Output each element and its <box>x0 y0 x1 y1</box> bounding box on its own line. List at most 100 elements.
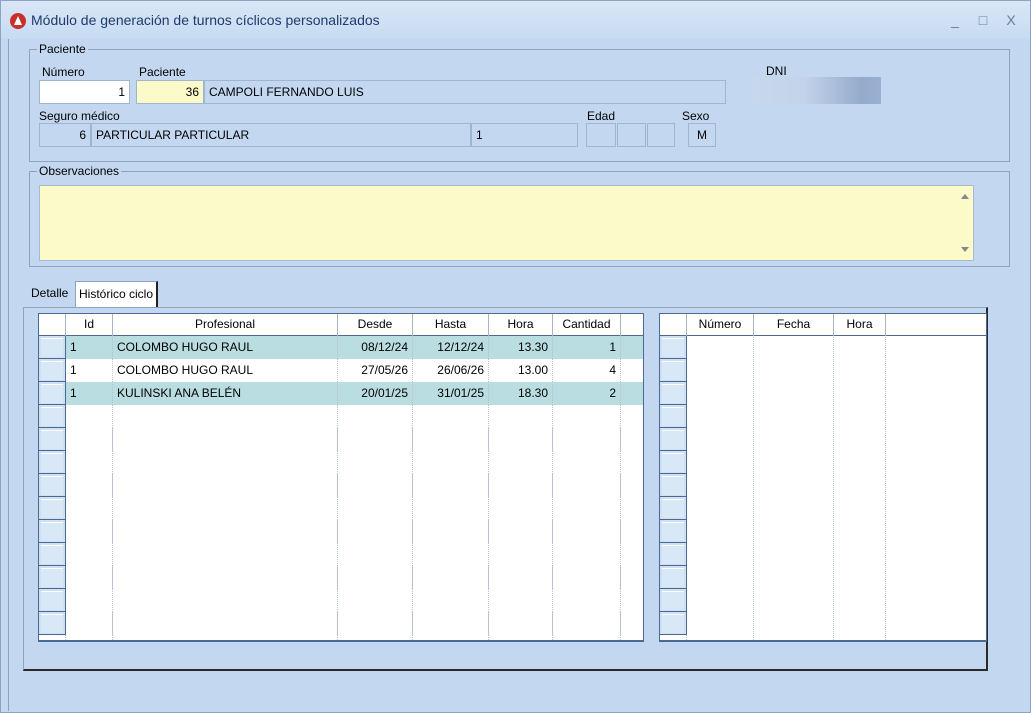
table-cell[interactable] <box>886 336 986 359</box>
table-cell-profesional[interactable] <box>113 589 338 612</box>
col-header-profesional[interactable]: Profesional <box>113 314 338 336</box>
table-cell-hasta[interactable] <box>413 589 489 612</box>
tab-historico-ciclo[interactable]: Histórico ciclo <box>75 281 159 307</box>
row-selector[interactable] <box>39 497 66 520</box>
table-row[interactable] <box>660 428 986 451</box>
table-cell-desde[interactable] <box>338 543 413 566</box>
table-cell[interactable] <box>886 382 986 405</box>
row-selector[interactable] <box>660 336 687 359</box>
table-cell-hasta[interactable]: 26/06/26 <box>413 359 489 382</box>
table-cell-desde[interactable] <box>338 497 413 520</box>
table-cell-hora[interactable]: 13.00 <box>489 359 553 382</box>
row-selector[interactable] <box>39 382 66 405</box>
minimize-button[interactable]: _ <box>945 10 965 30</box>
row-selector[interactable] <box>660 589 687 612</box>
table-row[interactable] <box>660 474 986 497</box>
row-selector[interactable] <box>660 382 687 405</box>
table-cell-hora[interactable] <box>489 612 553 635</box>
table-cell-cantidad[interactable]: 4 <box>553 359 621 382</box>
table-cell-desde[interactable] <box>338 589 413 612</box>
table-cell[interactable] <box>754 451 834 474</box>
table-cell[interactable] <box>687 451 754 474</box>
table-cell[interactable] <box>886 566 986 589</box>
scroll-up-icon[interactable] <box>961 194 969 199</box>
row-selector[interactable] <box>39 336 66 359</box>
table-cell-cantidad[interactable] <box>553 497 621 520</box>
row-selector[interactable] <box>39 405 66 428</box>
table-cell[interactable] <box>687 543 754 566</box>
table-cell-id[interactable] <box>66 474 113 497</box>
table-cell[interactable] <box>687 566 754 589</box>
table-row[interactable] <box>660 497 986 520</box>
observaciones-scrollbar[interactable] <box>956 186 973 260</box>
table-cell[interactable] <box>754 520 834 543</box>
table-cell[interactable] <box>687 405 754 428</box>
table-row[interactable] <box>660 520 986 543</box>
table-row[interactable] <box>660 359 986 382</box>
table-cell[interactable] <box>687 589 754 612</box>
table-cell[interactable] <box>834 497 886 520</box>
table-cell-id[interactable] <box>66 589 113 612</box>
table-cell-hora[interactable] <box>489 474 553 497</box>
table-cell-hora[interactable]: 13.30 <box>489 336 553 359</box>
row-selector[interactable] <box>660 359 687 382</box>
table-cell-id[interactable] <box>66 405 113 428</box>
table-cell[interactable] <box>687 359 754 382</box>
table-cell-desde[interactable] <box>338 405 413 428</box>
table-cell-id[interactable] <box>66 520 113 543</box>
table-row[interactable] <box>660 566 986 589</box>
historico-grid[interactable]: Id Profesional Desde Hasta Hora Cantidad… <box>38 313 644 642</box>
table-row[interactable] <box>660 589 986 612</box>
row-selector[interactable] <box>39 451 66 474</box>
table-row[interactable] <box>39 589 643 612</box>
table-cell[interactable] <box>687 336 754 359</box>
table-cell[interactable] <box>886 543 986 566</box>
table-cell[interactable] <box>834 428 886 451</box>
col-header-hora[interactable]: Hora <box>834 314 886 336</box>
table-cell[interactable] <box>886 451 986 474</box>
table-cell-profesional[interactable] <box>113 612 338 635</box>
table-cell-desde[interactable] <box>338 428 413 451</box>
row-selector[interactable] <box>39 359 66 382</box>
row-selector[interactable] <box>660 405 687 428</box>
table-cell-cantidad[interactable] <box>553 520 621 543</box>
table-cell-hasta[interactable] <box>413 451 489 474</box>
observaciones-textarea[interactable] <box>39 185 974 261</box>
table-cell[interactable] <box>834 566 886 589</box>
table-cell[interactable] <box>834 474 886 497</box>
table-cell[interactable] <box>754 359 834 382</box>
table-cell[interactable] <box>834 382 886 405</box>
table-cell[interactable] <box>834 359 886 382</box>
table-cell-profesional[interactable] <box>113 405 338 428</box>
row-selector[interactable] <box>660 428 687 451</box>
table-cell-hora[interactable] <box>489 428 553 451</box>
table-row[interactable] <box>660 382 986 405</box>
table-cell-id[interactable]: 1 <box>66 359 113 382</box>
row-selector[interactable] <box>660 612 687 635</box>
table-row[interactable] <box>660 612 986 635</box>
table-cell-hora[interactable] <box>489 497 553 520</box>
table-cell-hasta[interactable] <box>413 566 489 589</box>
col-header-numero[interactable]: Número <box>687 314 754 336</box>
table-cell[interactable] <box>754 428 834 451</box>
table-cell-desde[interactable] <box>338 451 413 474</box>
table-cell-hasta[interactable] <box>413 497 489 520</box>
table-cell-id[interactable] <box>66 543 113 566</box>
table-cell-hasta[interactable] <box>413 474 489 497</box>
table-cell-cantidad[interactable] <box>553 543 621 566</box>
table-row[interactable] <box>660 543 986 566</box>
table-cell-hasta[interactable]: 31/01/25 <box>413 382 489 405</box>
table-row[interactable] <box>39 405 643 428</box>
row-selector[interactable] <box>39 474 66 497</box>
table-cell[interactable] <box>834 451 886 474</box>
table-cell[interactable] <box>754 474 834 497</box>
table-cell[interactable] <box>886 589 986 612</box>
table-cell[interactable] <box>687 428 754 451</box>
col-header-desde[interactable]: Desde <box>338 314 413 336</box>
table-cell[interactable] <box>886 359 986 382</box>
scroll-down-icon[interactable] <box>961 247 969 252</box>
table-cell[interactable] <box>834 520 886 543</box>
table-cell[interactable] <box>687 520 754 543</box>
table-cell-profesional[interactable]: COLOMBO HUGO RAUL <box>113 336 338 359</box>
table-cell-cantidad[interactable] <box>553 612 621 635</box>
